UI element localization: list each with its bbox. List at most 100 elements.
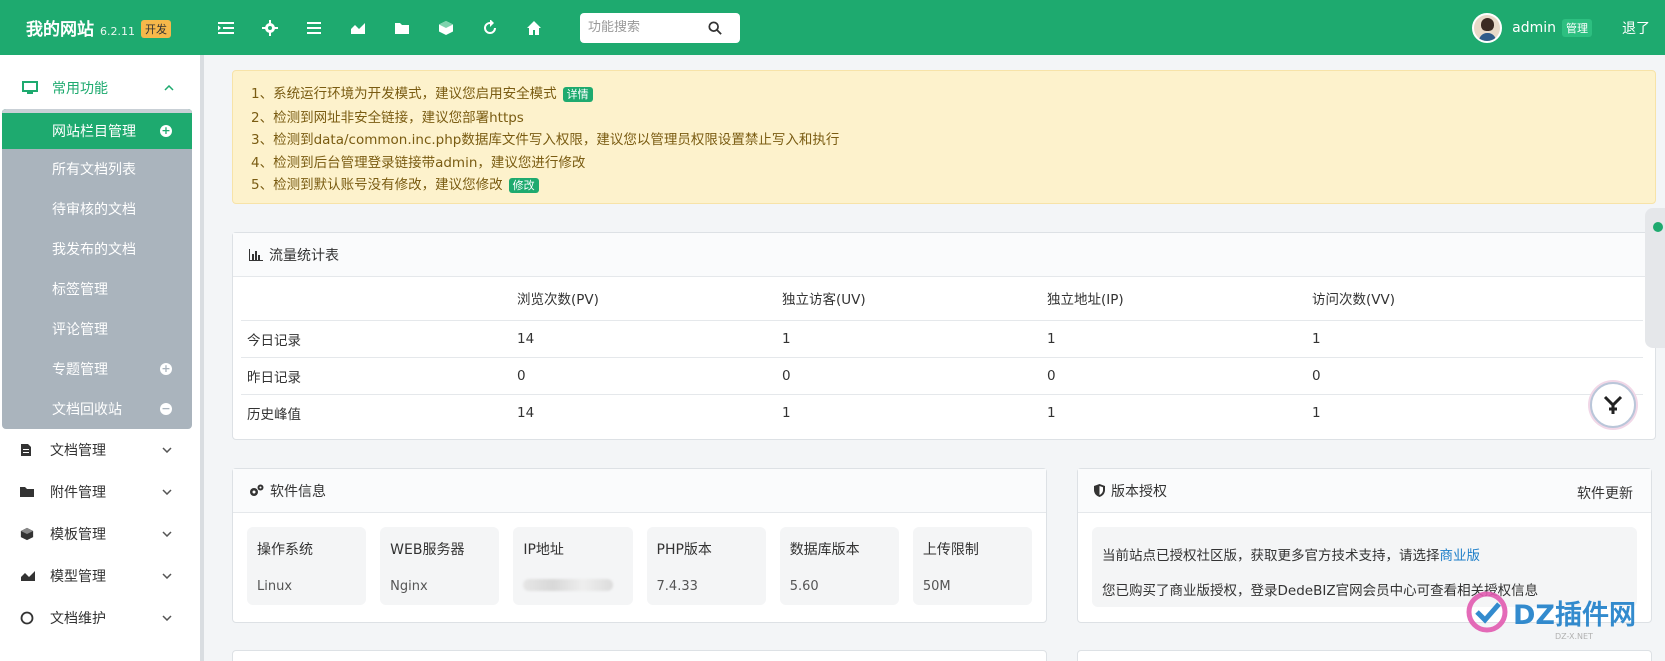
sidebar-item-models[interactable]: 模型管理 xyxy=(0,555,192,597)
site-version: 6.2.11 xyxy=(100,25,135,38)
sidebar: 常用功能 网站栏目管理 + 所有文档列表 待审核的文档 我发布的文档 标签管理 评… xyxy=(0,55,204,661)
card-title: 版本授权 xyxy=(1111,483,1167,500)
sidebar-item-templates[interactable]: 模板管理 xyxy=(0,513,192,555)
modify-button[interactable]: 修改 xyxy=(508,178,539,193)
watermark-sub: DZ-X.NET xyxy=(1555,632,1593,641)
software-card: 软件信息 操作系统 Linux WEB服务器 Nginx IP地址 PHP版本 7.4… xyxy=(232,468,1047,623)
info-box-db: 数据库版本 5.60 xyxy=(779,527,899,605)
nav-group-header[interactable]: 常用功能 xyxy=(2,67,192,109)
card-stub xyxy=(232,650,1047,661)
sidebar-item-label: 网站栏目管理 xyxy=(52,124,136,140)
redacted-value xyxy=(523,579,614,591)
info-box-ip: IP地址 xyxy=(513,527,633,605)
sidebar-item-label: 待审核的文档 xyxy=(52,202,136,218)
table-cell: 0 xyxy=(1041,357,1306,395)
brand[interactable]: 我的网站 6.2.11 开发 xyxy=(0,15,204,40)
table-cell: 1 xyxy=(1041,320,1306,358)
info-row: 软件信息 操作系统 Linux WEB服务器 Nginx IP地址 PHP版本 7.4… xyxy=(232,468,1656,623)
alert-line: 4、检测到后台管理登录链接带admin，建议您进行修改 xyxy=(251,154,586,171)
sidebar-item-label: 模板管理 xyxy=(50,527,106,543)
top-bar: 我的网站 6.2.11 开发 admin 管理 退了 xyxy=(0,0,1665,55)
chevron-down-icon xyxy=(162,573,172,579)
software-update-link[interactable]: 软件更新 xyxy=(1577,483,1633,503)
user-area: admin 管理 退了 xyxy=(1472,0,1665,55)
info-box-php: PHP版本 7.4.33 xyxy=(646,527,766,605)
sidebar-item-all-docs[interactable]: 所有文档列表 xyxy=(2,149,192,189)
sidebar-item-doc-manage[interactable]: 文档管理 xyxy=(0,429,192,471)
refresh-icon[interactable] xyxy=(468,0,512,55)
main-content: 1、系统运行环境为开发模式，建议您启用安全模式 详情 2、检测到网址非安全链接，建… xyxy=(232,70,1656,623)
sidebar-item-attachments[interactable]: 附件管理 xyxy=(0,471,192,513)
user-name[interactable]: admin xyxy=(1512,20,1556,36)
info-key: WEB服务器 xyxy=(390,542,465,558)
commercial-link[interactable]: 商业版 xyxy=(1440,548,1481,564)
avatar[interactable] xyxy=(1472,12,1503,43)
info-box-upload: 上传限制 50M xyxy=(912,527,1033,605)
info-value: 50M xyxy=(922,579,951,594)
nav-submenu: 网站栏目管理 + 所有文档列表 待审核的文档 我发布的文档 标签管理 评论管理 专… xyxy=(2,109,192,429)
sidebar-item-my-docs[interactable]: 我发布的文档 xyxy=(2,229,192,269)
sidebar-item-tags[interactable]: 标签管理 xyxy=(2,269,192,309)
sidebar-item-recycle[interactable]: 文档回收站 − xyxy=(2,389,192,429)
plus-circle-icon[interactable]: + xyxy=(160,125,172,137)
table-cell: 1 xyxy=(1047,404,1056,421)
table-cell: 1 xyxy=(776,320,1041,358)
sidebar-item-maintenance[interactable]: 文档维护 xyxy=(0,597,192,639)
gear-icon[interactable] xyxy=(248,0,292,55)
table-cell: 0 xyxy=(776,357,1041,395)
sidebar-item-topics[interactable]: 专题管理 + xyxy=(2,349,192,389)
software-card-header: 软件信息 xyxy=(233,469,1046,513)
role-badge: 管理 xyxy=(1562,18,1592,37)
info-value-redacted xyxy=(523,579,622,595)
table-cell: 0 xyxy=(511,357,776,395)
chevron-down-icon xyxy=(162,489,172,495)
alert-line: 2、检测到网址非安全链接，建议您部署https xyxy=(251,109,524,126)
search-input[interactable] xyxy=(588,20,708,35)
column-header: 浏览次数(PV) xyxy=(511,277,776,321)
details-button[interactable]: 详情 xyxy=(562,87,593,102)
info-value: 7.4.33 xyxy=(656,579,698,594)
search-icon[interactable] xyxy=(708,20,722,35)
menu-icon[interactable] xyxy=(292,0,336,55)
sidebar-item-comments[interactable]: 评论管理 xyxy=(2,309,192,349)
folder-icon[interactable] xyxy=(380,0,424,55)
circle-icon xyxy=(20,611,36,625)
logout-link[interactable]: 退了 xyxy=(1622,18,1650,38)
shield-icon xyxy=(1094,484,1105,497)
sidebar-item-pending-docs[interactable]: 待审核的文档 xyxy=(2,189,192,229)
sidebar-item-label: 专题管理 xyxy=(52,362,108,378)
card-title: 流量统计表 xyxy=(269,247,339,264)
table-cell: 昨日记录 xyxy=(241,357,511,395)
watermark: DZ插件网 DZ-X.NET xyxy=(1465,590,1636,641)
chevron-down-icon xyxy=(162,447,172,453)
info-key: 操作系统 xyxy=(257,542,313,558)
minus-circle-icon[interactable]: − xyxy=(160,403,172,415)
nav-group-common: 常用功能 网站栏目管理 + 所有文档列表 待审核的文档 我发布的文档 标签管理 评… xyxy=(2,67,192,429)
watermark-logo-icon xyxy=(1466,591,1508,633)
column-header: 访问次数(VV) xyxy=(1306,277,1643,321)
folder-icon xyxy=(20,486,36,498)
info-key: 上传限制 xyxy=(922,542,979,558)
home-icon[interactable] xyxy=(512,0,556,55)
status-dot xyxy=(1653,222,1663,232)
license-card-header: 版本授权 xyxy=(1078,469,1651,513)
table-cell: 历史峰值 xyxy=(247,406,301,423)
floating-action-button[interactable] xyxy=(1590,382,1636,428)
traffic-card-header: 流量统计表 xyxy=(233,233,1655,277)
floating-side-panel[interactable] xyxy=(1645,208,1665,348)
list-icon[interactable] xyxy=(204,0,248,55)
chart-icon[interactable] xyxy=(336,0,380,55)
info-value: Nginx xyxy=(390,579,428,594)
info-value: 5.60 xyxy=(789,579,819,594)
watermark-text: DZ插件网 xyxy=(1513,599,1636,631)
monitor-icon xyxy=(22,81,38,95)
sidebar-item-label: 标签管理 xyxy=(52,282,108,298)
info-box-os: 操作系统 Linux xyxy=(247,527,367,605)
table-cell: 今日记录 xyxy=(241,320,511,358)
sidebar-item-category[interactable]: 网站栏目管理 + xyxy=(2,109,192,149)
plus-circle-icon[interactable]: + xyxy=(160,363,172,375)
table-cell: 1 xyxy=(1306,320,1643,358)
alert-text: 5、检测到默认账号没有修改，建议您修改 xyxy=(251,177,503,193)
cube-icon[interactable] xyxy=(424,0,468,55)
alert-line: 1、系统运行环境为开发模式，建议您启用安全模式 详情 xyxy=(251,83,1637,107)
